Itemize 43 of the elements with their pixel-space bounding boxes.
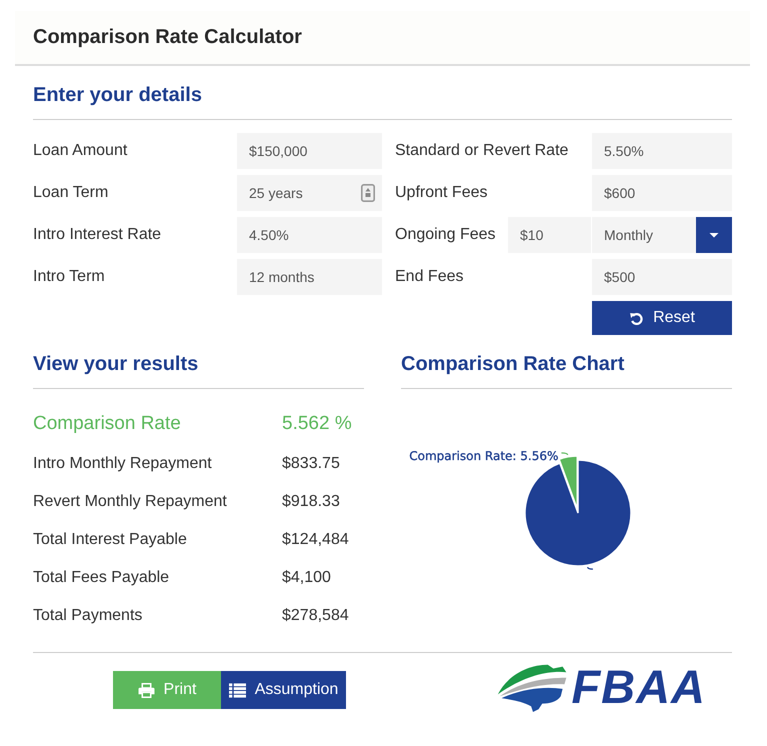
result-value: $124,484 [282,531,350,549]
input-field[interactable]: $600 [592,175,732,211]
field-label: Upfront Fees [395,184,488,202]
page-title: Comparison Rate Calculator [33,25,303,49]
leader-line [587,566,593,570]
printer-icon [138,682,155,698]
slice-label: Comparison Rate: 5.56% [409,448,558,463]
field-label: Standard or Revert Rate [395,142,570,160]
stepper-icon[interactable] [361,184,375,202]
input-field[interactable]: $500 [592,259,732,295]
list-icon [228,682,246,698]
result-label: Total Fees Payable [33,569,170,587]
result-label: Revert Monthly Repayment [33,493,228,511]
result-label: Total Payments [33,607,144,625]
field-label: Ongoing Fees [395,226,497,244]
chart-heading: Comparison Rate Chart [401,352,732,389]
field-label: Intro Interest Rate [33,226,162,244]
result-value: $278,584 [282,607,350,625]
logo-text: FBAA [571,662,706,712]
input-field[interactable]: 5.50% [592,133,732,169]
result-value: $4,100 [282,569,332,587]
undo-icon [629,310,644,326]
frequency-dropdown[interactable]: Monthly [592,217,732,253]
result-label: Comparison Rate [33,413,182,435]
input-field[interactable]: 4.50% [237,217,382,253]
reset-button[interactable]: Reset [592,301,732,335]
result-value: $833.75 [282,455,341,473]
result-value: $918.33 [282,493,341,511]
input-field[interactable]: $150,000 [237,133,382,169]
section-heading: View your results [33,352,364,389]
leader-line [561,452,568,456]
field-label: End Fees [395,268,464,286]
result-label: Intro Monthly Repayment [33,455,213,473]
field-label: Loan Term [33,184,110,202]
assumption-button[interactable]: Assumption [221,671,346,709]
section-heading: Enter your details [33,83,732,120]
input-field[interactable]: 25 years [237,175,382,211]
field-label: Intro Term [33,268,106,286]
input-field[interactable]: $10 [508,217,591,253]
result-label: Total Interest Payable [33,531,188,549]
field-label: Loan Amount [33,142,128,160]
result-value: 5.562 % [282,413,353,435]
input-field[interactable]: 12 months [237,259,382,295]
